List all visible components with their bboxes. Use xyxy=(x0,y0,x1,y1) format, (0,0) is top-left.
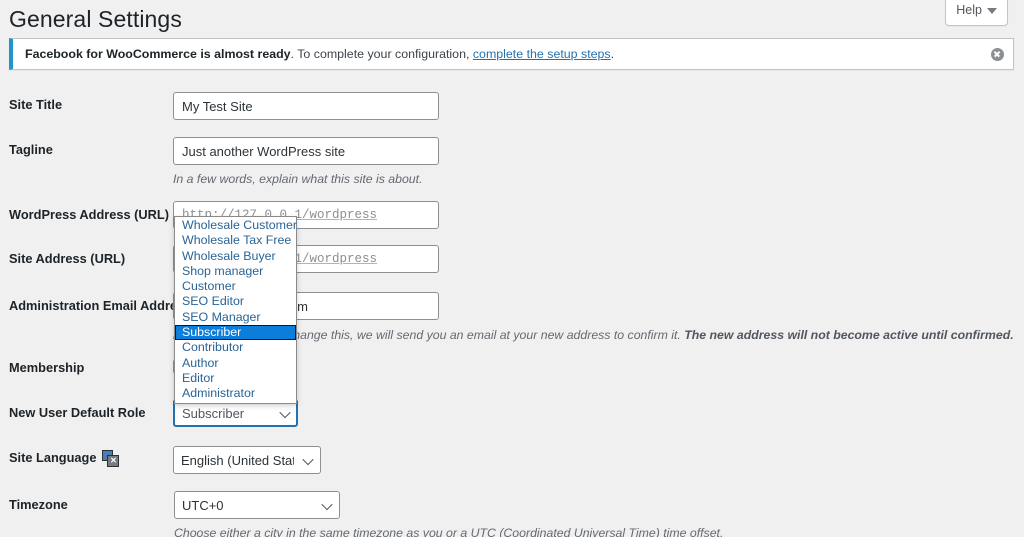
membership-label: Membership xyxy=(9,360,85,375)
site-address-label: Site Address (URL) xyxy=(9,251,126,266)
role-option-shop-manager[interactable]: Shop manager xyxy=(175,264,296,279)
site-title-label: Site Title xyxy=(9,97,63,112)
caret-down-icon xyxy=(987,7,997,14)
facebook-woocommerce-notice: Facebook for WooCommerce is almost ready… xyxy=(9,38,1014,70)
role-option-customer[interactable]: Customer xyxy=(175,279,296,294)
role-option-seo-editor[interactable]: SEO Editor xyxy=(175,294,296,309)
help-button-label: Help xyxy=(956,3,982,17)
notice-dismiss-button[interactable] xyxy=(987,44,1007,64)
notice-trailing-period: . xyxy=(610,46,615,61)
page-title: General Settings xyxy=(9,6,182,32)
tagline-label: Tagline xyxy=(9,142,53,157)
timezone-select[interactable]: UTC+0 xyxy=(174,491,340,519)
site-language-select[interactable]: English (United States) xyxy=(173,446,321,474)
notice-text: Facebook for WooCommerce is almost ready… xyxy=(13,45,614,64)
dismiss-circle-x-icon xyxy=(990,47,1004,61)
timezone-select-wrap[interactable]: UTC+0 xyxy=(174,491,340,519)
site-title-input[interactable] xyxy=(173,92,439,120)
notice-rest-text: . To complete your configuration, xyxy=(290,46,473,61)
role-option-subscriber[interactable]: Subscriber xyxy=(175,325,296,341)
role-option-administrator[interactable]: Administrator xyxy=(175,386,296,401)
translate-icon: ✕ xyxy=(102,450,120,467)
tagline-description: In a few words, explain what this site i… xyxy=(173,172,423,186)
role-option-wholesale-customer[interactable]: Wholesale Customer xyxy=(175,218,297,233)
new-user-default-role-dropdown[interactable]: Wholesale Customer Wholesale Tax Free Whol… xyxy=(174,216,297,404)
site-language-label: Site Language ✕ xyxy=(9,450,120,467)
wordpress-address-label: WordPress Address (URL) xyxy=(9,207,169,222)
role-option-contributor[interactable]: Contributor xyxy=(175,340,296,355)
role-option-editor[interactable]: Editor xyxy=(175,371,296,386)
site-language-select-wrap[interactable]: English (United States) xyxy=(173,446,321,474)
tagline-input[interactable] xyxy=(173,137,439,165)
new-user-default-role-label: New User Default Role xyxy=(9,405,146,420)
role-option-wholesale-buyer[interactable]: Wholesale Buyer xyxy=(175,249,296,264)
timezone-label: Timezone xyxy=(9,497,68,512)
general-settings-page: Help General Settings Facebook for WooCo… xyxy=(0,0,1024,537)
role-option-seo-manager[interactable]: SEO Manager xyxy=(175,310,296,325)
admin-email-description-bold: The new address will not become active u… xyxy=(684,328,1014,342)
timezone-description: Choose either a city in the same timezon… xyxy=(174,526,724,537)
role-option-author[interactable]: Author xyxy=(175,356,296,371)
notice-bold-text: Facebook for WooCommerce is almost ready xyxy=(25,46,291,61)
help-button[interactable]: Help xyxy=(945,0,1008,26)
role-option-wholesale-tax-free[interactable]: Wholesale Tax Free xyxy=(175,233,296,248)
admin-email-label: Administration Email Address xyxy=(9,298,192,313)
site-language-label-text: Site Language xyxy=(9,450,97,466)
admin-email-description: min purposes. If you change this, we wil… xyxy=(173,326,1014,344)
complete-setup-steps-link[interactable]: complete the setup steps xyxy=(473,47,611,61)
